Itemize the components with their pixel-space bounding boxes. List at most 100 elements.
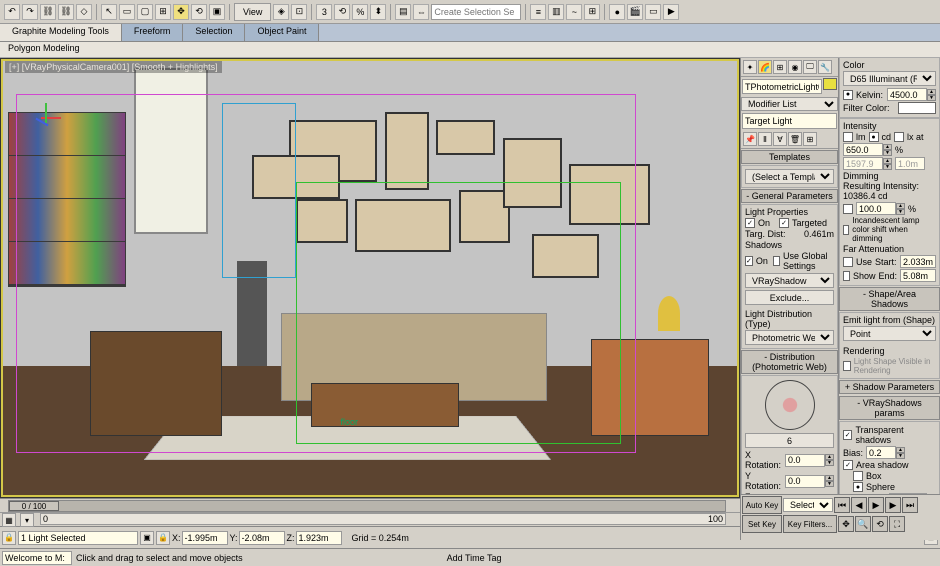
bias-spinner[interactable] (866, 446, 896, 459)
angle-snap-icon[interactable]: ⟲ (334, 4, 350, 20)
modifier-list-dropdown[interactable]: Modifier List (741, 97, 838, 111)
create-tab-icon[interactable]: ✦ (743, 60, 757, 74)
sphere-radio[interactable]: ● (853, 482, 863, 492)
area-shadow-checkbox[interactable]: ✓ (843, 460, 853, 470)
emit-shape-dropdown[interactable]: Point (843, 326, 936, 341)
schematic-icon[interactable]: ⊞ (584, 4, 600, 20)
window-crossing-icon[interactable]: ⊞ (155, 4, 171, 20)
add-time-tag[interactable]: Add Time Tag (447, 553, 502, 563)
percent-snap-icon[interactable]: % (352, 4, 368, 20)
general-params-rollout[interactable]: - General Parameters (741, 189, 838, 203)
shadow-on-checkbox[interactable]: ✓ (745, 256, 753, 266)
show-end-icon[interactable]: Ⅱ (758, 132, 772, 146)
goto-start-icon[interactable]: ⏮ (834, 497, 850, 513)
tab-object-paint[interactable]: Object Paint (245, 24, 319, 41)
atten-start-spinner[interactable] (900, 255, 936, 268)
time-slider-track[interactable]: 0 / 100 (8, 500, 726, 512)
render-frame-icon[interactable]: ▭ (645, 4, 661, 20)
layers-icon[interactable]: ▥ (548, 4, 564, 20)
gizmo-x-axis[interactable] (41, 117, 61, 119)
dimming-spinner[interactable] (856, 202, 896, 215)
lx-radio[interactable] (894, 132, 904, 142)
ribbon-subpanel[interactable]: Polygon Modeling (0, 42, 940, 58)
x-rotation-spinner[interactable] (785, 454, 825, 467)
undo-icon[interactable]: ↶ (4, 4, 20, 20)
material-editor-icon[interactable]: ● (609, 4, 625, 20)
box-radio[interactable] (853, 471, 863, 481)
maxscript-input[interactable] (2, 551, 72, 565)
time-slider-handle[interactable]: 0 / 100 (9, 501, 59, 511)
motion-tab-icon[interactable]: ◉ (788, 60, 802, 74)
mirror-icon[interactable]: ⇔ (413, 4, 429, 20)
snap-icon[interactable]: 3 (316, 4, 332, 20)
y-rotation-spinner[interactable] (785, 475, 825, 488)
ref-coord-icon[interactable]: ◈ (273, 4, 289, 20)
templates-rollout[interactable]: Templates (741, 150, 838, 164)
gizmo-y-axis[interactable] (45, 103, 47, 123)
filter-color-swatch[interactable] (898, 102, 936, 114)
scale-icon[interactable]: ▣ (209, 4, 225, 20)
selection-set-input[interactable] (431, 4, 521, 20)
viewport-nav-icon[interactable]: ✥ (838, 516, 854, 532)
configure-icon[interactable]: ⊞ (803, 132, 817, 146)
utilities-tab-icon[interactable]: 🔧 (818, 60, 832, 74)
shape-shadows-rollout[interactable]: - Shape/Area Shadows (839, 287, 940, 311)
cd-radio[interactable]: ● (869, 132, 879, 142)
next-frame-icon[interactable]: ▶ (885, 497, 901, 513)
align-icon[interactable]: ≡ (530, 4, 546, 20)
kelvin-spinner[interactable] (887, 88, 927, 101)
tab-freeform[interactable]: Freeform (122, 24, 184, 41)
vray-shadows-rollout[interactable]: - VRayShadows params (839, 396, 940, 420)
selection-lock-icon[interactable]: 🔒 (156, 531, 170, 545)
remove-mod-icon[interactable]: 🗑 (788, 132, 802, 146)
global-settings-checkbox[interactable] (773, 256, 780, 266)
zoom-icon[interactable]: 🔍 (855, 516, 871, 532)
goto-end-icon[interactable]: ⏭ (902, 497, 918, 513)
illuminant-dropdown[interactable]: D65 Illuminant (Refer (843, 71, 936, 86)
lock-icon[interactable]: 🔒 (2, 531, 16, 545)
render-setup-icon[interactable]: 🎬 (627, 4, 643, 20)
play-icon[interactable]: ▶ (868, 497, 884, 513)
viewport-label[interactable]: [+] [VRayPhysicalCamera001] [Smooth + Hi… (5, 61, 222, 73)
ruler-track[interactable]: 0 100 (40, 513, 726, 525)
atten-use-checkbox[interactable] (843, 257, 853, 267)
key-mode-dropdown[interactable]: Selected (783, 498, 833, 512)
viewport[interactable]: [+] [VRayPhysicalCamera001] [Smooth + Hi… (0, 58, 740, 498)
template-select[interactable]: (Select a Template) (745, 169, 834, 184)
set-key-button[interactable]: Set Key (742, 515, 782, 533)
pivot-icon[interactable]: ⊡ (291, 4, 307, 20)
tab-selection[interactable]: Selection (183, 24, 245, 41)
shadow-type-dropdown[interactable]: VRayShadow (745, 273, 834, 288)
modifier-stack[interactable]: Target Light (742, 113, 837, 129)
view-dropdown[interactable]: View (234, 3, 271, 21)
photometric-web-preview[interactable] (750, 380, 830, 430)
light-on-checkbox[interactable]: ✓ (745, 218, 755, 228)
atten-show-checkbox[interactable] (843, 271, 850, 281)
hierarchy-tab-icon[interactable]: ⊞ (773, 60, 787, 74)
spin-down-icon[interactable]: ▼ (825, 460, 834, 466)
select-icon[interactable]: ↖ (101, 4, 117, 20)
exclude-button[interactable]: Exclude... (745, 290, 834, 305)
key-filters-button[interactable]: Key Filters... (783, 515, 837, 533)
coord-z-input[interactable] (296, 531, 342, 545)
targeted-checkbox[interactable]: ✓ (779, 218, 789, 228)
select-region-icon[interactable]: ▢ (137, 4, 153, 20)
shadow-params-rollout[interactable]: + Shadow Parameters (839, 380, 940, 394)
object-name-input[interactable] (742, 79, 822, 94)
dimming-checkbox[interactable] (843, 204, 853, 214)
intensity-spinner[interactable] (843, 143, 883, 156)
render-icon[interactable]: ▶ (663, 4, 679, 20)
coord-x-input[interactable] (182, 531, 228, 545)
redo-icon[interactable]: ↷ (22, 4, 38, 20)
incand-checkbox[interactable] (843, 225, 849, 235)
orbit-icon[interactable]: ⟲ (872, 516, 888, 532)
kelvin-radio[interactable]: ● (843, 90, 853, 100)
filter-icon[interactable]: ▾ (20, 513, 34, 527)
unique-icon[interactable]: ∀ (773, 132, 787, 146)
distribution-dropdown[interactable]: Photometric Web (745, 330, 834, 345)
pin-stack-icon[interactable]: 📌 (743, 132, 757, 146)
display-tab-icon[interactable]: 🖵 (803, 60, 817, 74)
web-file-button[interactable]: 6 (745, 433, 834, 448)
transparent-checkbox[interactable]: ✓ (843, 430, 852, 440)
light-visible-checkbox[interactable] (843, 361, 851, 371)
